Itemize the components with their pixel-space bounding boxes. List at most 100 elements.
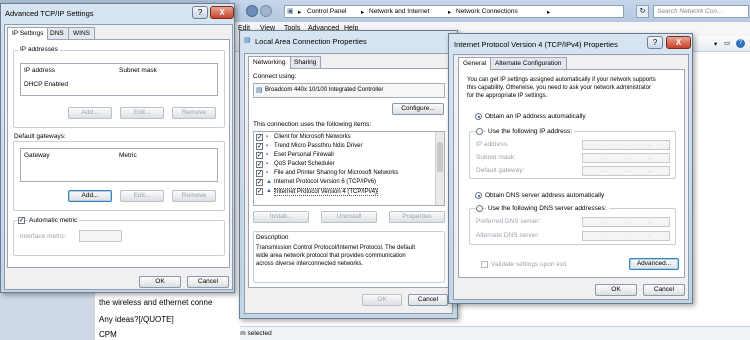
lan-ok-button[interactable]: OK: [362, 294, 402, 306]
advanced-close-button[interactable]: X: [210, 6, 234, 19]
scroll-thumb[interactable]: [437, 142, 443, 172]
breadcrumb-network-internet[interactable]: Network and Internet: [369, 8, 429, 15]
item-checkbox[interactable]: ✓: [256, 170, 263, 177]
use-ip-label: Use the following IP address:: [486, 128, 575, 135]
item-checkbox[interactable]: ✓: [256, 188, 263, 195]
ip-address-list[interactable]: IP address Subnet mask DHCP Enabled: [20, 63, 218, 96]
address-bar[interactable]: ▣ ▸ Control Panel ▸ Network and Internet…: [284, 5, 624, 18]
tab-wins[interactable]: WINS: [68, 27, 95, 39]
properties-button[interactable]: Properties: [389, 211, 445, 223]
interface-metric-input[interactable]: [79, 230, 122, 242]
item-checkbox[interactable]: ✓: [256, 161, 263, 168]
forum-post: the wireless and ethernet conne Any idea…: [95, 286, 240, 340]
tab-general[interactable]: General: [458, 57, 492, 70]
description-line: wide area network protocol that provides…: [256, 253, 406, 259]
ip-address-input[interactable]: ...: [582, 140, 670, 150]
ipv4-close-button[interactable]: X: [666, 36, 691, 49]
help-icon[interactable]: ?: [736, 39, 745, 48]
ipv4-help-button[interactable]: ?: [647, 36, 663, 49]
use-ip-radio[interactable]: [476, 128, 483, 135]
gw-remove-button[interactable]: Remove: [172, 190, 216, 202]
ip-edit-button[interactable]: Edit...: [120, 107, 164, 119]
breadcrumb-control-panel[interactable]: Control Panel: [307, 8, 346, 15]
forum-line: the wireless and ethernet conne: [99, 298, 213, 307]
refresh-button[interactable]: ↻: [636, 5, 649, 18]
forward-button[interactable]: [260, 5, 272, 17]
advanced-client-area: IP Settings DNS WINS IP addresses IP add…: [4, 24, 233, 290]
list-item-selected[interactable]: ✓ ▲ Internet Protocol Version 4 (TCP/IPv…: [254, 187, 434, 196]
list-item[interactable]: ✓ ▪ Eset Personal Firewall: [254, 151, 434, 160]
breadcrumb-sep-icon: ▸: [361, 9, 365, 16]
connect-using-label: Connect using:: [253, 73, 297, 80]
static-ip-group: Use the following IP address: IP address…: [469, 128, 676, 179]
alternate-dns-input[interactable]: ...: [582, 231, 670, 241]
ip-addresses-group: IP addresses IP address Subnet mask DHCP…: [13, 46, 225, 128]
ip-remove-button[interactable]: Remove: [172, 107, 216, 119]
ipv4-tabbar: General Alternate Configuration: [458, 57, 658, 70]
breadcrumb-sep-icon: ▸: [298, 9, 302, 16]
item-checkbox[interactable]: ✓: [256, 152, 263, 159]
ip-row-dhcp: DHCP Enabled: [24, 81, 68, 88]
default-gateway-input[interactable]: ...: [582, 166, 670, 176]
list-scrollbar[interactable]: [435, 132, 444, 205]
subnet-mask-input[interactable]: ...: [582, 153, 670, 163]
description-line: across diverse interconnected networks.: [256, 261, 364, 267]
gw-add-button[interactable]: Add...: [68, 190, 112, 202]
obtain-dns-radio[interactable]: [475, 192, 482, 199]
ipv4-cancel-button[interactable]: Cancel: [643, 284, 685, 296]
preview-pane-icon[interactable]: ▭: [724, 39, 730, 47]
tab-ip-settings[interactable]: IP Settings: [7, 27, 49, 40]
list-item[interactable]: ✓ ▪ Client for Microsoft Networks: [254, 133, 434, 142]
ipv4-dialog-title: Internet Protocol Version 4 (TCP/IPv4) P…: [454, 40, 618, 49]
ipv4-ok-button[interactable]: OK: [595, 284, 637, 296]
ip-settings-panel: IP addresses IP address Subnet mask DHCP…: [7, 39, 230, 268]
configure-button[interactable]: Configure...: [392, 103, 444, 115]
tab-sharing[interactable]: Sharing: [289, 56, 322, 68]
gateway-list[interactable]: Gateway Metric: [20, 148, 218, 182]
list-item[interactable]: ✓ ▪ Trend Micro Passthru Ndis Driver: [254, 142, 434, 151]
search-box[interactable]: Search Network Con...: [653, 5, 749, 18]
item-checkbox[interactable]: ✓: [256, 179, 263, 186]
advanced-cancel-button[interactable]: Cancel: [187, 276, 229, 288]
tab-alternate-configuration[interactable]: Alternate Configuration: [490, 57, 567, 69]
breadcrumb-network-connections[interactable]: Network Connections: [456, 8, 518, 15]
list-item[interactable]: ✓ ▲ Internet Protocol Version 6 (TCP/IPv…: [254, 178, 434, 187]
install-button[interactable]: Install...: [253, 211, 309, 223]
item-icon: ▪: [266, 134, 269, 140]
list-item[interactable]: ✓ ▪ QoS Packet Scheduler: [254, 160, 434, 169]
item-label: Trend Micro Passthru Ndis Driver: [274, 143, 363, 149]
view-options-icon[interactable]: ▾: [714, 40, 717, 48]
list-item[interactable]: ✓ ▪ File and Printer Sharing for Microso…: [254, 169, 434, 178]
ip-header-subnet: Subnet mask: [119, 67, 157, 74]
validate-label: Validate settings upon exit: [491, 261, 567, 268]
advanced-help-button[interactable]: ?: [192, 6, 208, 19]
item-label: Eset Personal Firewall: [274, 152, 334, 158]
advanced-ok-button[interactable]: OK: [139, 276, 181, 288]
tab-dns[interactable]: DNS: [45, 27, 69, 39]
uninstall-button[interactable]: Uninstall: [321, 211, 377, 223]
advanced-tcpip-dialog: Advanced TCP/IP Settings ? X IP Settings…: [0, 3, 235, 293]
item-icon: ▪: [266, 143, 269, 149]
validate-checkbox[interactable]: [481, 261, 488, 268]
item-icon: ▲: [266, 188, 272, 194]
description-label: Description: [256, 234, 289, 241]
item-checkbox[interactable]: ✓: [256, 143, 263, 150]
lan-cancel-button[interactable]: Cancel: [408, 294, 448, 306]
advanced-button[interactable]: Advanced...: [629, 258, 679, 270]
automatic-metric-checkbox[interactable]: ✓: [18, 217, 25, 224]
use-dns-radio[interactable]: [476, 205, 483, 212]
folder-icon: ▣: [287, 8, 294, 15]
back-button[interactable]: [246, 5, 258, 17]
gw-edit-button[interactable]: Edit...: [120, 190, 164, 202]
default-gateways-group: Gateway Metric Add... Edit... Remove: [13, 141, 225, 211]
ipv4-general-panel: You can get IP settings assigned automat…: [458, 69, 685, 278]
obtain-ip-radio[interactable]: [475, 113, 482, 120]
tab-networking[interactable]: Networking: [248, 56, 291, 69]
item-label: Internet Protocol Version 6 (TCP/IPv6): [274, 179, 377, 185]
item-icon: ▪: [266, 152, 269, 158]
item-checkbox[interactable]: ✓: [256, 134, 263, 141]
preferred-dns-input[interactable]: ...: [582, 217, 670, 227]
advanced-dialog-title: Advanced TCP/IP Settings: [5, 9, 94, 18]
description-line: Transmission Control Protocol/Internet P…: [256, 245, 416, 251]
ip-add-button[interactable]: Add...: [68, 107, 112, 119]
